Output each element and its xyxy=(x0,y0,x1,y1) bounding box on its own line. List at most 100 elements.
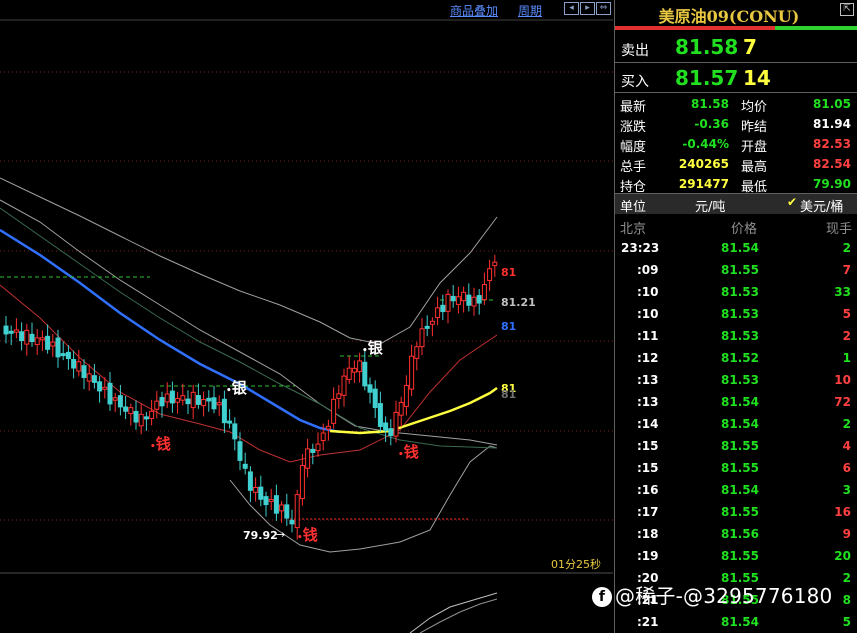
stat-label: 幅度 xyxy=(620,140,647,155)
tick-volume: 5 xyxy=(842,615,851,629)
candle-body xyxy=(414,346,420,359)
arrow-left-icon[interactable]: ◂ xyxy=(564,2,579,15)
price-tag-81-21: 81.21 xyxy=(501,296,536,309)
tick-price: 81.54 xyxy=(721,417,759,431)
period-link[interactable]: 周期 xyxy=(518,2,542,19)
tick-volume: 16 xyxy=(834,505,851,519)
candle-body xyxy=(195,395,201,405)
marker-yin-1: •银 xyxy=(226,379,248,397)
candle-body xyxy=(242,463,248,469)
candle-body xyxy=(237,441,243,461)
candle-body xyxy=(393,411,399,437)
unit-selector: 单位 元/吨 ✔ 美元/桶 xyxy=(615,194,857,215)
candle-body xyxy=(341,375,347,396)
unit-option-usd-per-barrel[interactable]: 美元/桶 xyxy=(800,196,843,215)
candle-body xyxy=(123,406,129,412)
candle-body xyxy=(201,399,207,407)
stat-label: 最高 xyxy=(741,160,768,175)
candle-body xyxy=(476,295,482,304)
tick-row: 23:23 81.54 2 xyxy=(615,237,857,259)
candle-body xyxy=(112,397,118,401)
tick-row: :16 81.54 3 xyxy=(615,479,857,501)
candle-body xyxy=(211,397,217,410)
candle-body xyxy=(346,367,352,380)
candle-body xyxy=(445,293,451,312)
candle-body xyxy=(39,337,45,341)
product-overlay-link[interactable]: 商品叠加 xyxy=(450,2,498,19)
tick-time: :21 xyxy=(637,615,659,629)
candle-body xyxy=(424,325,430,329)
tick-row: :12 81.52 1 xyxy=(615,347,857,369)
candle-body xyxy=(471,296,477,307)
candle-body xyxy=(164,393,170,403)
candle-body xyxy=(310,448,316,453)
ask-volume: 7 xyxy=(743,35,757,59)
tick-volume: 72 xyxy=(834,395,851,409)
candle-body xyxy=(60,353,66,357)
candle-body xyxy=(221,398,227,424)
tick-row: :10 81.53 5 xyxy=(615,303,857,325)
candle-body xyxy=(19,331,25,342)
candle-body xyxy=(325,425,331,430)
candle-body xyxy=(97,381,103,392)
candle-body xyxy=(440,304,446,313)
panel-header: 美原油09(CONU) ⇱ xyxy=(615,0,857,26)
candle-body xyxy=(403,384,409,407)
candle-body xyxy=(419,328,425,348)
candle-body xyxy=(55,337,61,358)
ticks-header-price: 价格 xyxy=(731,222,758,237)
candle-countdown: 01分25秒 xyxy=(551,558,601,571)
tick-volume: 7 xyxy=(842,263,851,277)
tick-price: 81.53 xyxy=(721,307,759,321)
marker-qian-2: •钱 xyxy=(297,526,318,544)
candle-body xyxy=(398,401,404,416)
stat-value: 82.54 xyxy=(813,157,851,171)
candle-body xyxy=(91,375,97,383)
ticks-header-volume: 现手 xyxy=(825,222,852,237)
candle-body xyxy=(34,337,40,346)
candle-body xyxy=(185,398,191,405)
tick-volume: 1 xyxy=(842,351,851,365)
tick-volume: 6 xyxy=(842,461,851,475)
unit-option-yuan-per-ton[interactable]: 元/吨 xyxy=(695,196,725,215)
panel-popout-icon[interactable]: ⇱ xyxy=(840,3,854,16)
candlestick-chart[interactable]: 81 81.21 81 81 81 79.92 → •钱 •钱 •钱 •银 •银… xyxy=(0,0,613,633)
candle-body xyxy=(71,359,77,369)
tick-volume: 2 xyxy=(842,329,851,343)
tick-row: :09 81.55 7 xyxy=(615,259,857,281)
tick-volume: 2 xyxy=(842,241,851,255)
tick-volume: 4 xyxy=(842,439,851,453)
price-tag-81-red: 81 xyxy=(501,266,516,279)
stat-value: 240265 xyxy=(678,157,729,171)
tick-time: :18 xyxy=(637,527,659,541)
candle-body xyxy=(45,335,51,350)
tick-time: :10 xyxy=(637,307,659,321)
stat-row: 涨跌 -0.36 昨结 81.94 xyxy=(615,114,857,135)
unit-label: 单位 xyxy=(620,200,647,215)
candle-body xyxy=(143,416,149,420)
arrow-right-icon[interactable]: ▸ xyxy=(580,2,595,15)
candle-body xyxy=(284,504,290,519)
tick-row: :10 81.53 33 xyxy=(615,281,857,303)
candle-body xyxy=(102,386,108,390)
candle-body xyxy=(263,496,269,506)
tick-row: :15 81.55 4 xyxy=(615,435,857,457)
stat-value: 81.58 xyxy=(691,97,729,111)
arrow-expand-icon[interactable]: ⇔ xyxy=(596,2,611,15)
tick-time: :11 xyxy=(637,329,659,343)
tick-time: :16 xyxy=(637,483,659,497)
stat-row: 最新 81.58 均价 81.05 xyxy=(615,94,857,115)
chart-canvas[interactable]: 81 81.21 81 81 81 79.92 → •钱 •钱 •钱 •银 •银 xyxy=(0,0,613,633)
candle-body xyxy=(357,360,363,373)
candle-body xyxy=(492,261,498,267)
candle-body xyxy=(149,410,155,419)
ask-label: 卖出 xyxy=(621,43,649,59)
candle-body xyxy=(279,504,285,512)
tick-row: :13 81.54 72 xyxy=(615,391,857,413)
tick-time: :10 xyxy=(637,285,659,299)
stat-label: 最新 xyxy=(620,100,647,115)
tick-row: :13 81.53 10 xyxy=(615,369,857,391)
subchart-line-1 xyxy=(409,592,498,633)
candle-body xyxy=(50,341,56,347)
tick-row: :17 81.55 16 xyxy=(615,501,857,523)
